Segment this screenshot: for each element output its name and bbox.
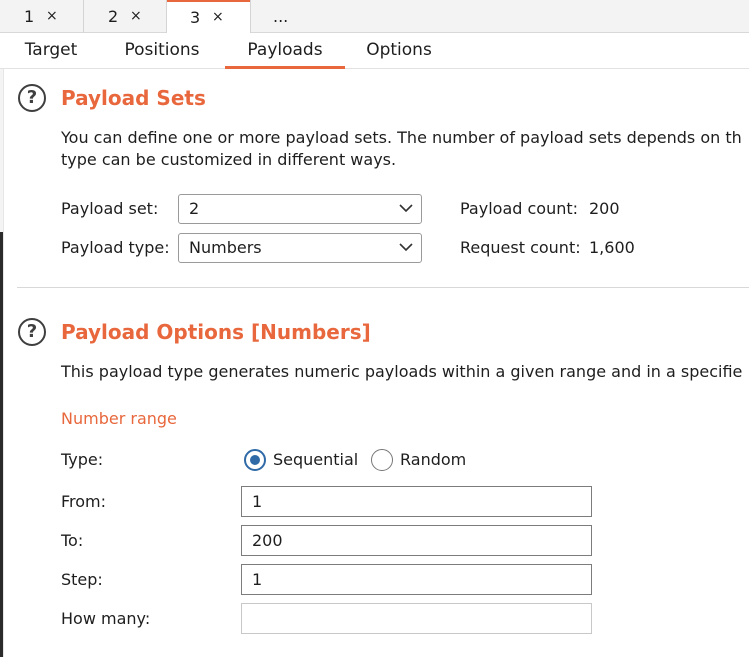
to-input[interactable]: 200 — [241, 525, 592, 556]
payload-count-label: Payload count: — [460, 199, 579, 218]
chevron-down-icon — [399, 243, 413, 252]
intruder-sub-tabs: Target Positions Payloads Options — [0, 33, 749, 69]
request-count-label: Request count: — [460, 238, 581, 257]
new-tab-button[interactable]: ... — [250, 0, 310, 33]
radio-random[interactable] — [371, 449, 393, 471]
radio-sequential[interactable] — [244, 449, 266, 471]
from-label: From: — [61, 492, 107, 511]
payload-count-value: 200 — [589, 199, 620, 218]
payload-type-select[interactable]: Numbers — [178, 233, 422, 263]
payload-set-value: 2 — [189, 199, 200, 218]
new-tab-label: ... — [273, 7, 289, 26]
close-icon[interactable]: × — [46, 0, 58, 33]
chevron-down-icon — [399, 204, 413, 213]
help-icon[interactable]: ? — [18, 84, 46, 112]
payload-set-select[interactable]: 2 — [178, 194, 422, 224]
step-label: Step: — [61, 570, 103, 589]
tab-payloads[interactable]: Payloads — [225, 33, 345, 69]
request-tab-label: 2 — [108, 7, 119, 26]
tab-options[interactable]: Options — [356, 33, 442, 69]
section-divider — [17, 287, 749, 288]
left-edge-background — [0, 232, 3, 657]
payload-sets-description-line-1: You can define one or more payload sets.… — [61, 128, 742, 147]
tab-target[interactable]: Target — [4, 33, 98, 69]
payload-type-value: Numbers — [189, 238, 262, 257]
radio-random-label[interactable]: Random — [400, 450, 466, 469]
request-tabs-bar: 1 × 2 × 3 × ... — [0, 0, 749, 34]
from-input[interactable]: 1 — [241, 486, 592, 517]
how-many-input[interactable] — [241, 603, 592, 634]
payload-options-title: Payload Options [Numbers] — [61, 320, 371, 344]
payload-sets-description-line-2: type can be customized in different ways… — [61, 150, 397, 169]
payload-type-label: Payload type: — [61, 238, 170, 257]
request-tab-2[interactable]: 2 × — [84, 0, 167, 33]
how-many-label: How many: — [61, 609, 151, 628]
to-label: To: — [61, 531, 84, 550]
request-tab-label: 3 — [190, 8, 201, 27]
radio-sequential-label[interactable]: Sequential — [273, 450, 358, 469]
request-tab-3[interactable]: 3 × — [167, 0, 250, 34]
payload-options-description: This payload type generates numeric payl… — [61, 362, 743, 381]
help-icon[interactable]: ? — [18, 318, 46, 346]
number-range-heading: Number range — [61, 409, 177, 428]
payload-set-label: Payload set: — [61, 199, 159, 218]
request-count-value: 1,600 — [589, 238, 635, 257]
close-icon[interactable]: × — [130, 0, 142, 33]
tab-positions[interactable]: Positions — [112, 33, 212, 69]
request-tab-1[interactable]: 1 × — [0, 0, 84, 33]
request-tab-label: 1 — [24, 7, 35, 26]
type-label: Type: — [61, 450, 104, 469]
payload-sets-title: Payload Sets — [61, 86, 206, 110]
close-icon[interactable]: × — [212, 2, 224, 33]
step-input[interactable]: 1 — [241, 564, 592, 595]
